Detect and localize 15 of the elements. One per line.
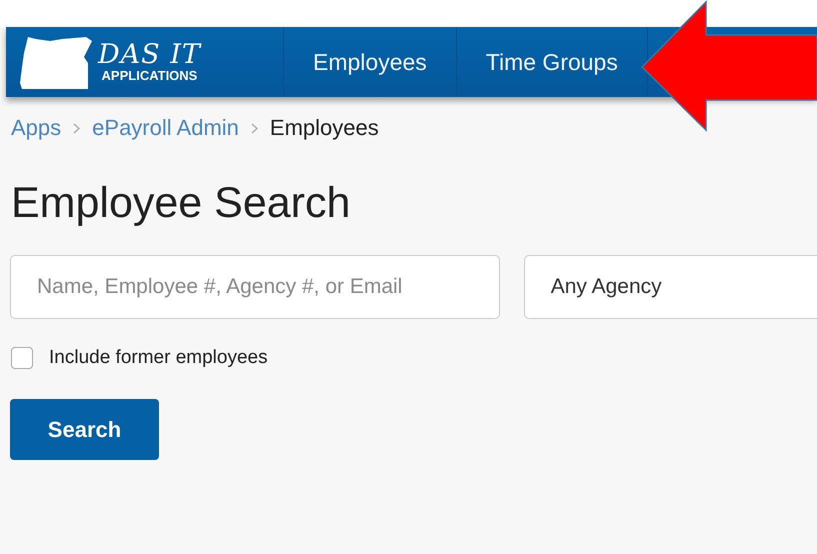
checkbox-label: Include former employees	[49, 347, 268, 369]
chevron-icon	[73, 122, 80, 134]
breadcrumb-link[interactable]: Apps	[11, 115, 62, 141]
breadcrumb-current: Employees	[270, 115, 379, 141]
arrow-icon	[640, 0, 817, 132]
logo-title: DAS IT	[98, 41, 201, 69]
nav-link[interactable]: Employees	[284, 27, 457, 97]
search-field[interactable]: Name, Employee #, Agency #, or Email	[10, 255, 500, 319]
logo-subtitle: APPLICATIONS	[102, 69, 198, 83]
agency-dropdown[interactable]: Any Agency	[524, 255, 817, 319]
checkbox[interactable]	[11, 347, 33, 369]
breadcrumb-link[interactable]: ePayroll Admin	[92, 115, 239, 141]
page-title: Employee Search	[11, 178, 352, 229]
search-button[interactable]: Search	[10, 399, 159, 460]
chevron-icon	[250, 122, 258, 134]
